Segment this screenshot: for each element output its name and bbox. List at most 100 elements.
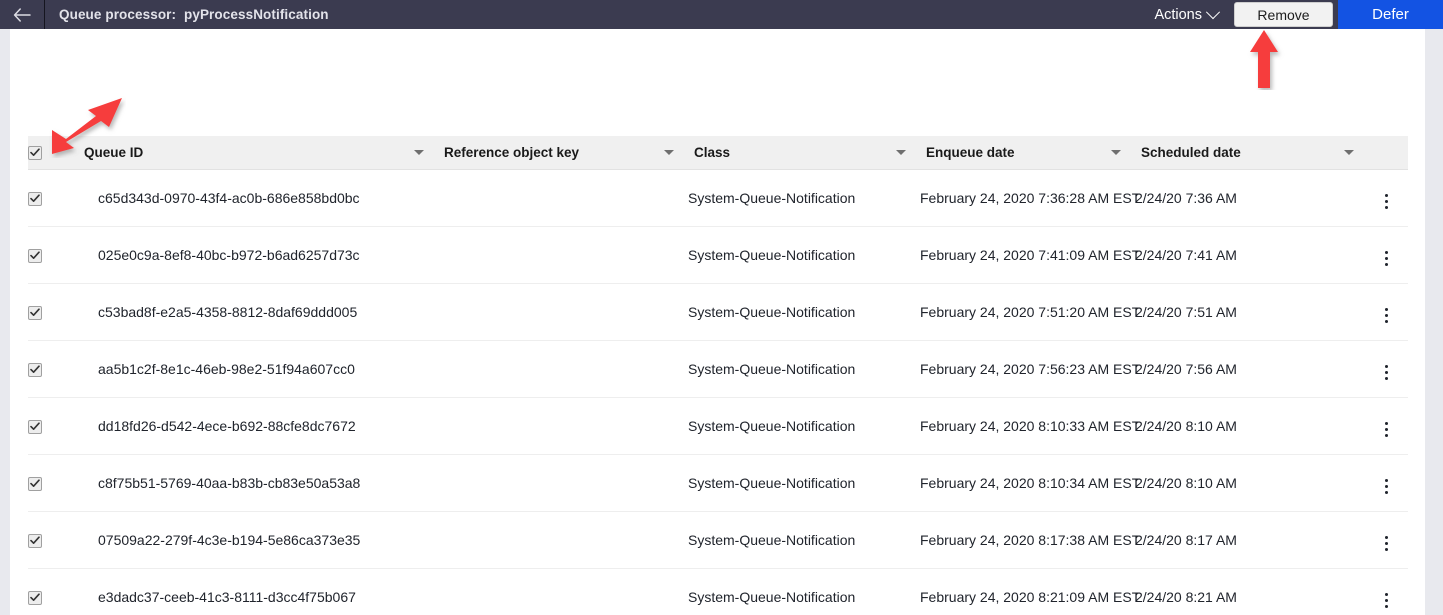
table-row[interactable]: 07509a22-279f-4c3e-b194-5e86ca373e35 Syst… (28, 511, 1408, 569)
table-row[interactable]: 025e0c9a-8ef8-40bc-b972-b6ad6257d73c Syst… (28, 226, 1408, 284)
row-select-cell (28, 568, 74, 615)
cell-scheduled-date: 2/24/20 8:17 AM (1131, 511, 1364, 569)
chevron-down-icon (1205, 4, 1221, 19)
cell-reference-object-key (434, 169, 684, 227)
table-row[interactable]: c65d343d-0970-43f4-ac0b-686e858bd0bc Syst… (28, 169, 1408, 227)
table-row[interactable]: c8f75b51-5769-40aa-b83b-cb83e50a53a8 Syst… (28, 454, 1408, 512)
cell-enqueue-date: February 24, 2020 7:36:28 AM EST (916, 169, 1141, 227)
cell-enqueue-date: February 24, 2020 8:10:34 AM EST (916, 454, 1140, 512)
cell-scheduled-date: 2/24/20 8:21 AM (1131, 568, 1364, 615)
column-header-enqueue-date[interactable]: Enqueue date (916, 136, 1131, 170)
table-row[interactable]: dd18fd26-d542-4ece-b692-88cfe8dc7672 Syst… (28, 397, 1408, 455)
cell-class-text: System-Queue-Notification (688, 418, 856, 434)
column-header-scheduled-date[interactable]: Scheduled date (1131, 136, 1364, 170)
back-button[interactable] (0, 0, 44, 29)
cell-scheduled-date-text: 2/24/20 8:10 AM (1135, 475, 1237, 491)
remove-button[interactable]: Remove (1234, 2, 1333, 27)
row-checkbox[interactable] (28, 191, 42, 206)
row-checkbox[interactable] (28, 362, 42, 377)
sort-caret-down-icon[interactable] (1111, 150, 1121, 155)
cell-class-text: System-Queue-Notification (688, 190, 856, 206)
sort-caret-down-icon[interactable] (664, 150, 674, 155)
row-actions-cell (1364, 511, 1408, 569)
row-checkbox[interactable] (28, 590, 42, 605)
cell-queue-id: c53bad8f-e2a5-4358-8812-8daf69ddd005 (74, 283, 434, 341)
cell-class: System-Queue-Notification (684, 397, 916, 455)
cell-queue-id-text: c65d343d-0970-43f4-ac0b-686e858bd0bc (98, 190, 360, 206)
checkmark-icon (30, 593, 40, 601)
checkmark-icon (30, 194, 40, 202)
table-header: Queue ID Reference object key Class Enqu… (28, 136, 1408, 170)
cell-queue-id-text: 025e0c9a-8ef8-40bc-b972-b6ad6257d73c (98, 247, 360, 263)
sort-caret-down-icon[interactable] (414, 150, 424, 155)
select-all-checkbox[interactable] (28, 145, 42, 160)
queue-items-table-wrapper: Queue ID Reference object key Class Enqu… (28, 136, 1408, 615)
row-actions-cell (1364, 568, 1408, 615)
kebab-menu-icon[interactable] (1384, 192, 1388, 212)
row-checkbox[interactable] (28, 476, 42, 491)
cell-queue-id: 07509a22-279f-4c3e-b194-5e86ca373e35 (74, 511, 434, 569)
row-select-cell (28, 283, 74, 341)
checkmark-icon (30, 479, 40, 487)
top-action-bar: Queue processor: pyProcessNotification A… (0, 0, 1443, 29)
table-row[interactable]: aa5b1c2f-8e1c-46eb-98e2-51f94a607cc0 Syst… (28, 340, 1408, 398)
cell-enqueue-date-text: February 24, 2020 7:41:09 AM EST (920, 247, 1141, 263)
checkmark-icon (30, 148, 40, 156)
cell-class-text: System-Queue-Notification (688, 361, 856, 377)
kebab-menu-icon[interactable] (1384, 591, 1388, 611)
left-rail (0, 29, 10, 615)
table-row[interactable]: c53bad8f-e2a5-4358-8812-8daf69ddd005 Syst… (28, 283, 1408, 341)
cell-queue-id: e3dadc37-ceeb-41c3-8111-d3cc4f75b067 (74, 568, 434, 615)
row-actions-cell (1364, 340, 1408, 398)
row-select-cell (28, 169, 74, 227)
row-checkbox[interactable] (28, 419, 42, 434)
cell-queue-id: aa5b1c2f-8e1c-46eb-98e2-51f94a607cc0 (74, 340, 434, 398)
table-header-row: Queue ID Reference object key Class Enqu… (28, 136, 1408, 170)
checkmark-icon (30, 422, 40, 430)
cell-enqueue-date: February 24, 2020 7:51:20 AM EST (916, 283, 1141, 341)
cell-scheduled-date-text: 2/24/20 8:17 AM (1135, 532, 1237, 548)
defer-button[interactable]: Defer (1338, 0, 1443, 29)
kebab-menu-icon[interactable] (1384, 420, 1388, 440)
page-title-label: Queue processor: (59, 7, 177, 22)
column-header-class[interactable]: Class (684, 136, 916, 170)
kebab-menu-icon[interactable] (1384, 363, 1388, 383)
cell-queue-id: c8f75b51-5769-40aa-b83b-cb83e50a53a8 (74, 454, 434, 512)
cell-class: System-Queue-Notification (684, 340, 916, 398)
cell-class-text: System-Queue-Notification (688, 304, 856, 320)
row-checkbox[interactable] (28, 305, 42, 320)
sort-caret-down-icon[interactable] (896, 150, 906, 155)
kebab-menu-icon[interactable] (1384, 477, 1388, 497)
column-header-reference-object-key[interactable]: Reference object key (434, 136, 684, 170)
cell-class: System-Queue-Notification (684, 283, 916, 341)
queue-items-table: Queue ID Reference object key Class Enqu… (28, 136, 1408, 615)
cell-enqueue-date: February 24, 2020 7:56:23 AM EST (916, 340, 1141, 398)
sort-caret-down-icon[interactable] (1344, 150, 1354, 155)
actions-menu-button[interactable]: Actions (1144, 0, 1228, 29)
row-actions-cell (1364, 397, 1408, 455)
cell-queue-id: c65d343d-0970-43f4-ac0b-686e858bd0bc (74, 169, 434, 227)
row-checkbox[interactable] (28, 248, 42, 263)
row-checkbox[interactable] (28, 533, 42, 548)
cell-class: System-Queue-Notification (684, 169, 916, 227)
right-rail (1425, 29, 1443, 615)
cell-enqueue-date-text: February 24, 2020 7:56:23 AM EST (920, 361, 1141, 377)
cell-scheduled-date: 2/24/20 7:41 AM (1131, 226, 1364, 284)
kebab-menu-icon[interactable] (1384, 306, 1388, 326)
kebab-menu-icon[interactable] (1384, 534, 1388, 554)
topbar-divider (44, 0, 45, 29)
row-actions-cell (1364, 226, 1408, 284)
cell-queue-id-text: 07509a22-279f-4c3e-b194-5e86ca373e35 (98, 532, 361, 548)
column-header-queue-id[interactable]: Queue ID (74, 136, 434, 170)
cell-reference-object-key (434, 511, 684, 569)
kebab-menu-icon[interactable] (1384, 249, 1388, 269)
row-actions-cell (1364, 283, 1408, 341)
cell-enqueue-date: February 24, 2020 8:17:38 AM EST (916, 511, 1140, 569)
table-row[interactable]: e3dadc37-ceeb-41c3-8111-d3cc4f75b067 Syst… (28, 568, 1408, 615)
cell-scheduled-date-text: 2/24/20 8:10 AM (1135, 418, 1237, 434)
cell-queue-id: 025e0c9a-8ef8-40bc-b972-b6ad6257d73c (74, 226, 434, 284)
cell-enqueue-date-text: February 24, 2020 7:36:28 AM EST (920, 190, 1141, 206)
cell-enqueue-date-text: February 24, 2020 7:51:20 AM EST (920, 304, 1141, 320)
cell-reference-object-key (434, 454, 684, 512)
checkmark-icon (30, 536, 40, 544)
